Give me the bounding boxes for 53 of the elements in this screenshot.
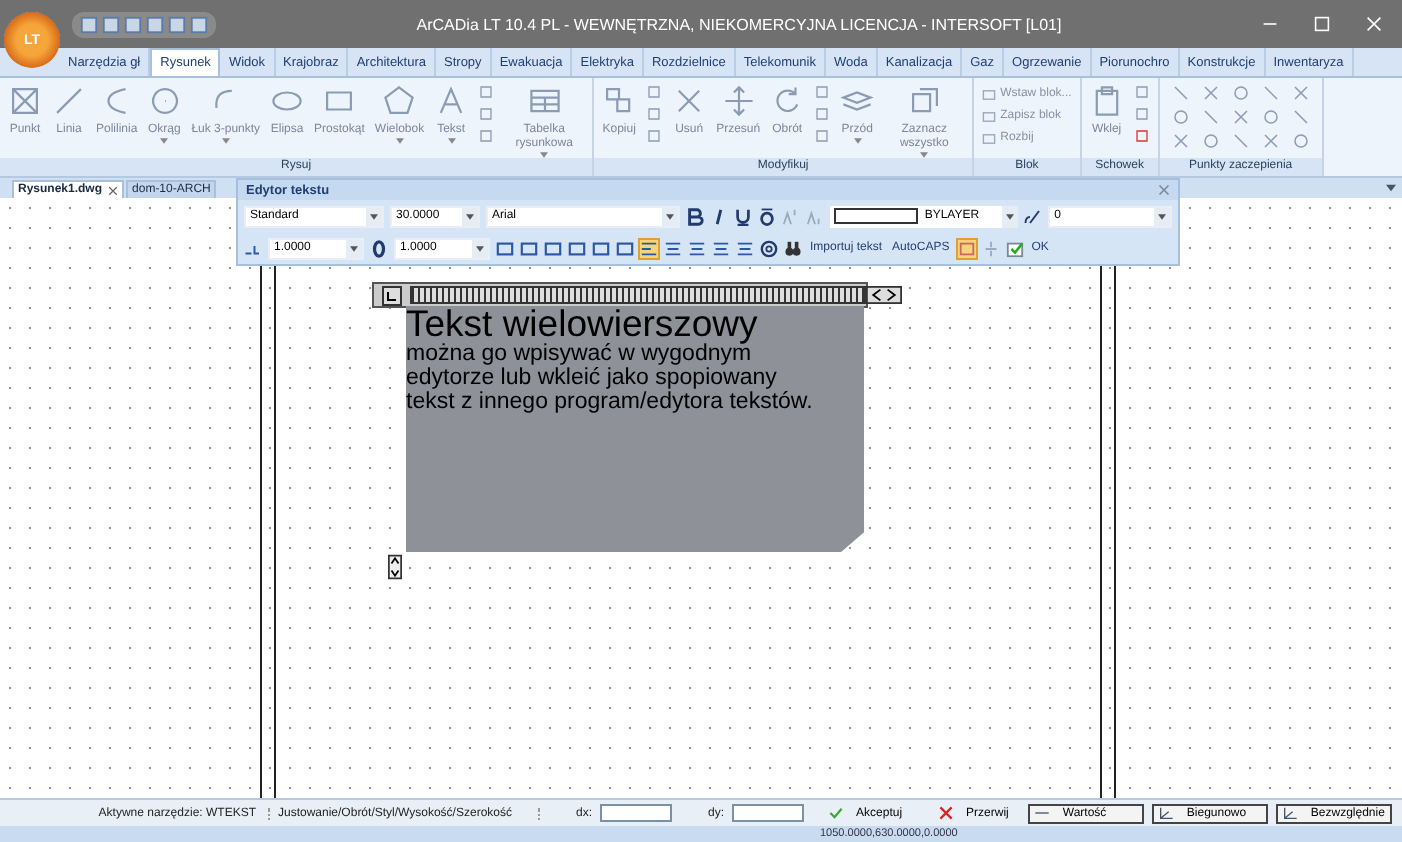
- caret-icon[interactable]: [1158, 213, 1166, 219]
- snap-icon[interactable]: [1201, 84, 1220, 102]
- check-icon[interactable]: [1005, 239, 1024, 257]
- line-icon: [52, 84, 86, 118]
- caret-icon[interactable]: [476, 245, 484, 251]
- justify-icon[interactable]: [712, 239, 730, 257]
- text-edit-area[interactable]: Tekst wielowierszowy można go wpisywać w wygodnym edytorze lub wkleić jako spopiowany tekst z innego program/edytora tekstów.: [406, 306, 864, 552]
- caret-icon[interactable]: [1386, 184, 1396, 192]
- pentagon-icon: [382, 84, 417, 118]
- distribute-icon[interactable]: [736, 239, 754, 257]
- text-line: tekst z innego program/edytora tekstów.: [406, 390, 815, 414]
- move-icon: [721, 84, 756, 118]
- height-handle-icon[interactable]: [388, 554, 402, 580]
- cross-icon: [938, 806, 955, 820]
- grid-toggle-icon[interactable]: [957, 239, 976, 257]
- text-line: można go wpisywać w wygodnym: [406, 342, 752, 366]
- select-all-icon: [907, 84, 942, 118]
- caret-icon[interactable]: [369, 213, 378, 219]
- oblique-angle-icon: [1024, 207, 1043, 225]
- snap-icon[interactable]: [1231, 108, 1250, 126]
- bold-icon[interactable]: [686, 207, 705, 225]
- table-icon: [527, 84, 562, 118]
- caret-icon[interactable]: [466, 213, 475, 219]
- width-handle-icon[interactable]: [866, 286, 902, 304]
- align-left-icon[interactable]: [640, 239, 658, 257]
- align-center-icon[interactable]: [664, 239, 682, 257]
- window-title: ArCADia LT 10.4 PL - WEWNĘTRZNA, NIEKOMERCYJNA LICENCJA - INTERSOFT [L01]: [414, 15, 1064, 33]
- overline-icon[interactable]: [758, 207, 777, 225]
- binoculars-icon[interactable]: [784, 239, 802, 257]
- angle-icon: [1158, 806, 1175, 820]
- subscript-icon[interactable]: [806, 207, 825, 225]
- caret-icon[interactable]: [666, 213, 675, 219]
- tracking-icon: [370, 239, 388, 257]
- text-line: edytorze lub wkleić jako spopiowany: [406, 366, 779, 390]
- at-sign-icon[interactable]: [760, 239, 778, 257]
- text-heading: Tekst wielowierszowy: [406, 306, 760, 342]
- x-box-icon: [8, 84, 42, 118]
- close-icon[interactable]: [1158, 184, 1170, 196]
- text-ruler[interactable]: [372, 282, 868, 308]
- snap-icon[interactable]: [1291, 84, 1310, 102]
- tab-stop-icon[interactable]: [382, 285, 402, 305]
- checkmark-icon: [828, 806, 845, 820]
- snap-icon[interactable]: [1171, 132, 1190, 150]
- caret-icon[interactable]: [350, 245, 358, 251]
- caret-icon[interactable]: [1006, 213, 1015, 219]
- dx-input-field[interactable]: [600, 804, 673, 822]
- dy-input-field[interactable]: [732, 804, 805, 822]
- angle-icon: [1282, 806, 1299, 820]
- snap-icon[interactable]: [1261, 132, 1280, 150]
- underline-icon[interactable]: [734, 207, 753, 225]
- close-icon[interactable]: [108, 185, 119, 195]
- maximize-icon[interactable]: [1314, 16, 1330, 32]
- align-right-icon[interactable]: [688, 239, 706, 257]
